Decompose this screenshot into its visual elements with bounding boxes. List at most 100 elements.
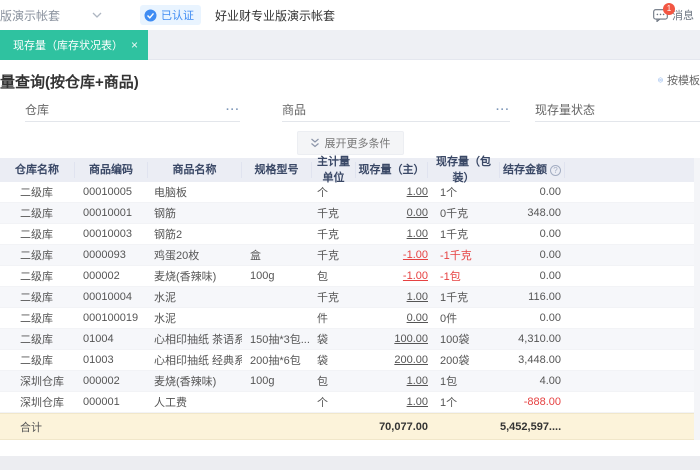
message-bubble-icon: 1: [653, 2, 675, 22]
cell-product-code: 01003: [83, 354, 114, 366]
cell-qty-main-link[interactable]: 0.00: [356, 207, 428, 219]
cell-main-unit: 千克: [317, 208, 339, 220]
verified-badge: 已认证: [140, 5, 201, 25]
message-count-badge: 1: [663, 2, 675, 15]
cell-warehouse: 二级库: [20, 271, 53, 283]
cell-qty-main-link[interactable]: 1.00: [356, 375, 428, 387]
cell-qty-pack: 200袋: [440, 355, 470, 367]
cell-qty-pack: 1千克: [440, 229, 469, 241]
tab-current-stock[interactable]: 现存量（库存状况表） ×: [0, 30, 149, 60]
chevron-down-icon[interactable]: [92, 12, 102, 18]
double-chevron-down-icon: [310, 138, 319, 148]
cell-product-code: 0000093: [83, 249, 126, 261]
column-header-label: 仓库名称: [15, 164, 59, 176]
column-header-0[interactable]: 仓库名称: [0, 162, 75, 178]
cell-qty-pack: 1包: [440, 376, 458, 388]
cell-balance-amount: 0.00: [539, 186, 561, 198]
messages-label: 消息: [672, 10, 694, 22]
cell-qty-pack: 1千克: [440, 292, 469, 304]
certified-seal-icon: [144, 9, 157, 21]
column-header-6[interactable]: 现存量（包装）: [428, 156, 500, 184]
cell-product-name: 水泥: [154, 313, 176, 325]
cell-product-code: 00010004: [83, 291, 132, 303]
cell-product-code: 000002: [83, 375, 120, 387]
cell-warehouse: 二级库: [20, 313, 53, 325]
product-filter-label: 商品: [282, 103, 307, 117]
table-row[interactable]: 二级库 0000093 鸡蛋20枚 盒 千克 -1.00 -1千克 0.00: [0, 245, 700, 266]
table-row[interactable]: 二级库 01003 心相印抽纸 经典系列 200抽*6包 袋 200.00 200袋 3,44…: [0, 350, 700, 371]
cell-qty-main-link[interactable]: 200.00: [356, 354, 428, 366]
table-row[interactable]: 二级库 000100019 水泥 件 0.00 0件 0.00: [0, 308, 700, 329]
column-header-label: 现存量（包装）: [436, 156, 491, 184]
verified-badge-label: 已认证: [161, 10, 194, 22]
cell-warehouse: 深圳仓库: [20, 397, 64, 409]
top-bar: 好业财专业版演示帐套 已认证 好业财专业版演示帐套 1 消息: [0, 0, 700, 30]
account-selector[interactable]: 好业财专业版演示帐套: [0, 7, 62, 24]
cell-product-code: 00010003: [83, 228, 132, 240]
table-row[interactable]: 二级库 00010003 钢筋2 千克 1.00 1千克 0.00: [0, 224, 700, 245]
cell-warehouse: 二级库: [20, 187, 53, 199]
product-picker-icon[interactable]: ···: [496, 104, 510, 116]
cell-product-name: 鸡蛋20枚: [154, 250, 200, 262]
cell-qty-main-link[interactable]: -1.00: [356, 270, 428, 282]
column-header-4[interactable]: 主计量单位: [312, 156, 356, 184]
table-row[interactable]: 二级库 00010001 钢筋 千克 0.00 0千克 348.00: [0, 203, 700, 224]
column-header-label: 规格型号: [254, 164, 299, 176]
product-filter-input[interactable]: 商品 ···: [282, 98, 510, 122]
table-row[interactable]: 二级库 00010005 电脑板 个 1.00 1个 0.00: [0, 182, 700, 203]
cell-product-name: 心相印抽纸 茶语系列 ...: [154, 334, 242, 346]
warehouse-picker-icon[interactable]: ···: [226, 104, 240, 116]
expand-more-conditions-button[interactable]: 展开更多条件: [296, 131, 404, 155]
cell-warehouse: 二级库: [20, 292, 53, 304]
table-row[interactable]: 二级库 00010004 水泥 千克 1.00 1千克 116.00: [0, 287, 700, 308]
table-body: 二级库 00010005 电脑板个 1.00 1个 0.00 二级库 00010001 钢筋 千克…: [0, 182, 700, 413]
cell-product-code: 00010001: [83, 207, 132, 219]
table-row[interactable]: 二级库 01004 心相印抽纸 茶语系列 ... 150抽*3包... 袋 100.00 1…: [0, 329, 700, 350]
cell-qty-pack: -1千克: [440, 250, 472, 262]
cell-qty-main-link[interactable]: 1.00: [356, 396, 428, 408]
total-label: 合计: [20, 421, 42, 434]
table-row[interactable]: 深圳仓库 000002 麦烧(香辣味) 100g 包 1.00 1包 4.00: [0, 371, 700, 392]
cell-qty-main-link[interactable]: -1.00: [356, 249, 428, 261]
cell-warehouse: 二级库: [20, 355, 53, 367]
account-title: 好业财专业版演示帐套: [215, 8, 336, 23]
expand-button-label: 展开更多条件: [324, 138, 391, 150]
stock-status-filter-input[interactable]: 现存量状态: [535, 98, 700, 122]
column-header-2[interactable]: 商品名称: [148, 162, 242, 178]
column-header-label: 商品编码: [89, 164, 133, 176]
template-button[interactable]: 按模板: [658, 72, 700, 88]
column-header-1[interactable]: 商品编码: [75, 162, 148, 178]
table-scrollbar[interactable]: [694, 158, 700, 440]
cell-spec-model: 100g: [250, 375, 275, 387]
cell-qty-main-link[interactable]: 0.00: [356, 312, 428, 324]
cell-balance-amount: 0.00: [539, 228, 561, 240]
cell-product-code: 000002: [83, 270, 120, 282]
table-row[interactable]: 深圳仓库 000001 人工费 个 1.00 1个 -888.00: [0, 392, 700, 413]
cell-qty-main-link[interactable]: 1.00: [356, 228, 428, 240]
cell-main-unit: 袋: [317, 334, 328, 346]
stock-status-filter-label: 现存量状态: [535, 103, 596, 117]
help-icon[interactable]: ?: [550, 164, 561, 176]
table-row[interactable]: 二级库 000002 麦烧(香辣味) 100g 包 -1.00 -1包 0.00: [0, 266, 700, 287]
cell-qty-pack: 100袋: [440, 334, 470, 346]
template-icon: [658, 77, 663, 83]
messages-button[interactable]: 1 消息: [653, 2, 694, 23]
cell-balance-amount: 0.00: [539, 249, 561, 261]
column-header-5[interactable]: 现存量（主）: [356, 162, 428, 178]
close-icon[interactable]: ×: [131, 38, 138, 52]
warehouse-filter-input[interactable]: 仓库 ···: [25, 98, 240, 122]
cell-qty-main-link[interactable]: 1.00: [356, 186, 428, 198]
column-header-7[interactable]: 结存金额?: [500, 162, 565, 178]
cell-main-unit: 千克: [317, 292, 339, 304]
column-header-3[interactable]: 规格型号: [242, 162, 312, 178]
cell-spec-model: 200抽*6包: [250, 355, 301, 367]
cell-main-unit: 千克: [317, 250, 339, 262]
cell-qty-main-link[interactable]: 100.00: [356, 333, 428, 345]
cell-qty-pack: 1个: [440, 397, 458, 409]
cell-product-name: 麦烧(香辣味): [154, 271, 217, 283]
cell-product-name: 麦烧(香辣味): [154, 376, 217, 388]
cell-balance-amount: 348.00: [527, 207, 561, 219]
table-header-row: 仓库名称 商品编码 商品名称 规格型号 主计量单位 现存量（主） 现存量（包装） 结存金额?: [0, 156, 700, 184]
column-header-label: 现存量（主）: [358, 164, 425, 176]
cell-qty-main-link[interactable]: 1.00: [356, 291, 428, 303]
